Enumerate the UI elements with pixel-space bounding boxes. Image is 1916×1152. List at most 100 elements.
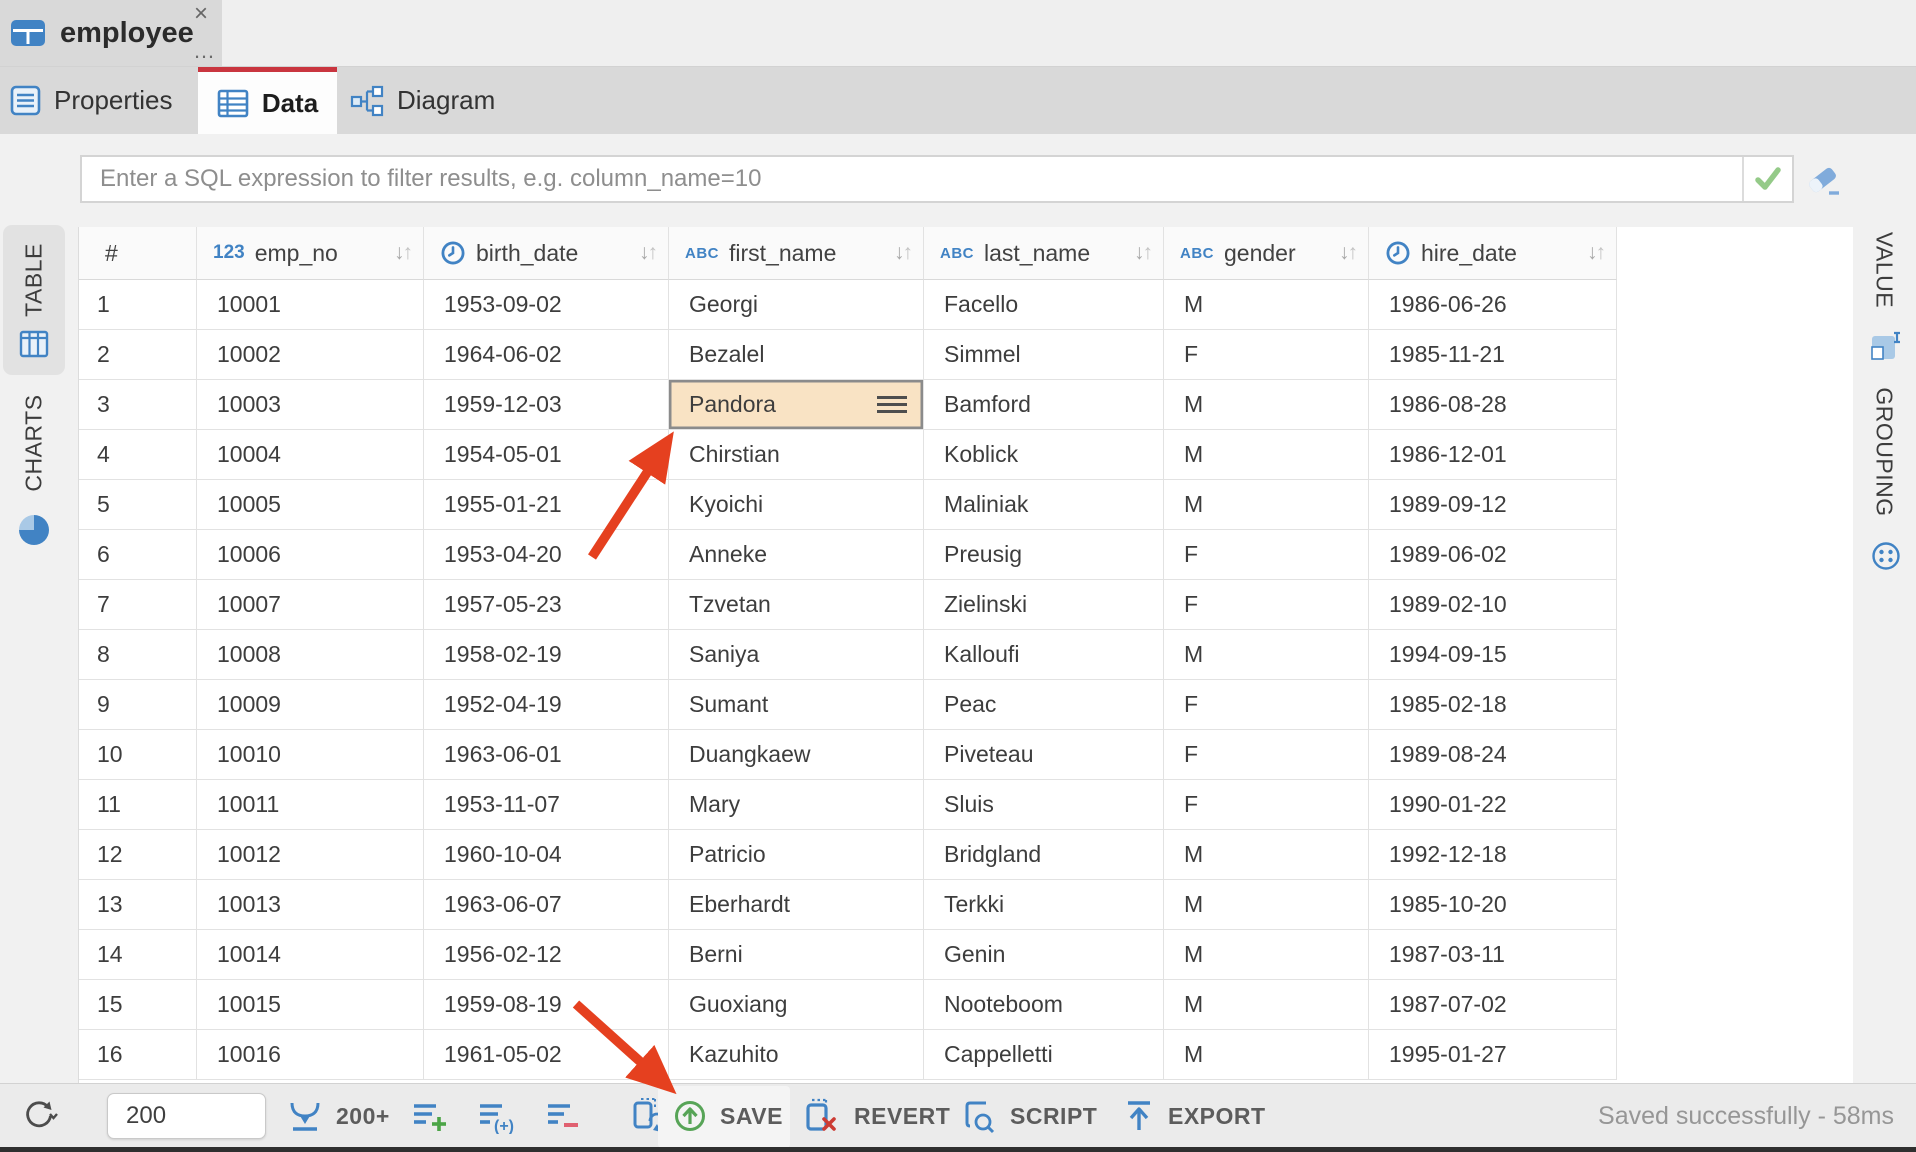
cell-birth_date[interactable]: 1958-02-19 — [424, 630, 669, 680]
save-button[interactable]: SAVE — [672, 1084, 783, 1148]
cell-row_num[interactable]: 3 — [79, 380, 197, 430]
column-header-last_name[interactable]: ABClast_name↓↑ — [924, 227, 1164, 280]
cell-birth_date[interactable]: 1963-06-01 — [424, 730, 669, 780]
cell-gender[interactable]: F — [1164, 730, 1369, 780]
column-header-first_name[interactable]: ABCfirst_name↓↑ — [669, 227, 924, 280]
cell-first_name[interactable]: Tzvetan — [669, 580, 924, 630]
cell-first_name[interactable]: Berni — [669, 930, 924, 980]
cell-gender[interactable]: M — [1164, 980, 1369, 1030]
cell-first_name[interactable]: Saniya — [669, 630, 924, 680]
tab-diagram[interactable]: Diagram — [350, 67, 560, 134]
cell-row_num[interactable]: 10 — [79, 730, 197, 780]
cell-emp_no[interactable]: 10007 — [197, 580, 424, 630]
cell-emp_no[interactable]: 10009 — [197, 680, 424, 730]
cell-last_name[interactable]: Nooteboom — [924, 980, 1164, 1030]
cell-gender[interactable]: M — [1164, 880, 1369, 930]
cell-row_num[interactable]: 14 — [79, 930, 197, 980]
cell-last_name[interactable]: Genin — [924, 930, 1164, 980]
cell-row_num[interactable]: 9 — [79, 680, 197, 730]
erase-filter-button[interactable] — [1806, 162, 1842, 198]
cell-first_name[interactable]: Eberhardt — [669, 880, 924, 930]
cell-birth_date[interactable]: 1963-06-07 — [424, 880, 669, 930]
hamburger-icon[interactable] — [877, 392, 907, 417]
cell-birth_date[interactable]: 1960-10-04 — [424, 830, 669, 880]
cell-hire_date[interactable]: 1995-01-27 — [1369, 1030, 1617, 1080]
cell-row_num[interactable]: 13 — [79, 880, 197, 930]
cell-hire_date[interactable]: 1989-06-02 — [1369, 530, 1617, 580]
cell-first_name[interactable]: Sumant — [669, 680, 924, 730]
cell-birth_date[interactable]: 1953-11-07 — [424, 780, 669, 830]
cell-last_name[interactable]: Terkki — [924, 880, 1164, 930]
cell-gender[interactable]: M — [1164, 380, 1369, 430]
cell-gender[interactable]: F — [1164, 580, 1369, 630]
cell-gender[interactable]: F — [1164, 530, 1369, 580]
cell-gender[interactable]: F — [1164, 680, 1369, 730]
cell-first_name[interactable]: Bezalel — [669, 330, 924, 380]
cell-emp_no[interactable]: 10010 — [197, 730, 424, 780]
cell-last_name[interactable]: Piveteau — [924, 730, 1164, 780]
cell-emp_no[interactable]: 10016 — [197, 1030, 424, 1080]
cell-hire_date[interactable]: 1992-12-18 — [1369, 830, 1617, 880]
cell-birth_date[interactable]: 1964-06-02 — [424, 330, 669, 380]
cell-gender[interactable]: M — [1164, 430, 1369, 480]
cell-emp_no[interactable]: 10014 — [197, 930, 424, 980]
delete-row-button[interactable] — [544, 1084, 584, 1148]
cell-row_num[interactable]: 12 — [79, 830, 197, 880]
cell-last_name[interactable]: Kalloufi — [924, 630, 1164, 680]
column-header-row_num[interactable]: # — [79, 227, 197, 280]
cell-first_name[interactable]: Pandora — [669, 380, 924, 430]
sort-icon[interactable]: ↓↑ — [894, 241, 911, 265]
cell-row_num[interactable]: 5 — [79, 480, 197, 530]
cell-hire_date[interactable]: 1986-12-01 — [1369, 430, 1617, 480]
cell-hire_date[interactable]: 1989-08-24 — [1369, 730, 1617, 780]
cell-last_name[interactable]: Koblick — [924, 430, 1164, 480]
revert-button[interactable]: REVERT — [802, 1084, 950, 1148]
cell-last_name[interactable]: Simmel — [924, 330, 1164, 380]
cell-emp_no[interactable]: 10011 — [197, 780, 424, 830]
cell-birth_date[interactable]: 1952-04-19 — [424, 680, 669, 730]
cell-last_name[interactable]: Facello — [924, 280, 1164, 330]
column-header-emp_no[interactable]: 123emp_no↓↑ — [197, 227, 424, 280]
cell-row_num[interactable]: 7 — [79, 580, 197, 630]
cell-first_name[interactable]: Chirstian — [669, 430, 924, 480]
cell-last_name[interactable]: Cappelletti — [924, 1030, 1164, 1080]
cell-last_name[interactable]: Bamford — [924, 380, 1164, 430]
script-button[interactable]: SCRIPT — [958, 1084, 1097, 1148]
refresh-button[interactable] — [20, 1084, 60, 1148]
cell-emp_no[interactable]: 10012 — [197, 830, 424, 880]
cell-hire_date[interactable]: 1985-10-20 — [1369, 880, 1617, 930]
cell-row_num[interactable]: 11 — [79, 780, 197, 830]
apply-filter-button[interactable] — [1742, 157, 1792, 201]
sort-icon[interactable]: ↓↑ — [639, 241, 656, 265]
overflow-dots-icon[interactable]: … — [193, 38, 216, 64]
column-header-gender[interactable]: ABCgender↓↑ — [1164, 227, 1369, 280]
column-header-hire_date[interactable]: hire_date↓↑ — [1369, 227, 1617, 280]
cell-first_name[interactable]: Guoxiang — [669, 980, 924, 1030]
cell-last_name[interactable]: Zielinski — [924, 580, 1164, 630]
cell-first_name[interactable]: Georgi — [669, 280, 924, 330]
cell-hire_date[interactable]: 1994-09-15 — [1369, 630, 1617, 680]
duplicate-row-button[interactable]: (+) — [476, 1084, 518, 1148]
cell-row_num[interactable]: 8 — [79, 630, 197, 680]
cell-emp_no[interactable]: 10008 — [197, 630, 424, 680]
doc-tab-employee[interactable]: employee — [0, 0, 222, 66]
cell-emp_no[interactable]: 10003 — [197, 380, 424, 430]
cell-row_num[interactable]: 16 — [79, 1030, 197, 1080]
close-icon[interactable]: × — [194, 2, 208, 26]
cell-row_num[interactable]: 1 — [79, 280, 197, 330]
cell-gender[interactable]: M — [1164, 1030, 1369, 1080]
cell-first_name[interactable]: Mary — [669, 780, 924, 830]
add-row-button[interactable] — [410, 1084, 450, 1148]
cell-first_name[interactable]: Duangkaew — [669, 730, 924, 780]
cell-gender[interactable]: M — [1164, 930, 1369, 980]
cell-emp_no[interactable]: 10006 — [197, 530, 424, 580]
cell-first_name[interactable]: Anneke — [669, 530, 924, 580]
sort-icon[interactable]: ↓↑ — [1587, 241, 1604, 265]
cell-birth_date[interactable]: 1961-05-02 — [424, 1030, 669, 1080]
value-panel-icon[interactable] — [1869, 330, 1903, 364]
cell-gender[interactable]: M — [1164, 480, 1369, 530]
tab-properties[interactable]: Properties — [0, 67, 198, 134]
cell-hire_date[interactable]: 1987-07-02 — [1369, 980, 1617, 1030]
cell-last_name[interactable]: Preusig — [924, 530, 1164, 580]
cell-hire_date[interactable]: 1989-09-12 — [1369, 480, 1617, 530]
